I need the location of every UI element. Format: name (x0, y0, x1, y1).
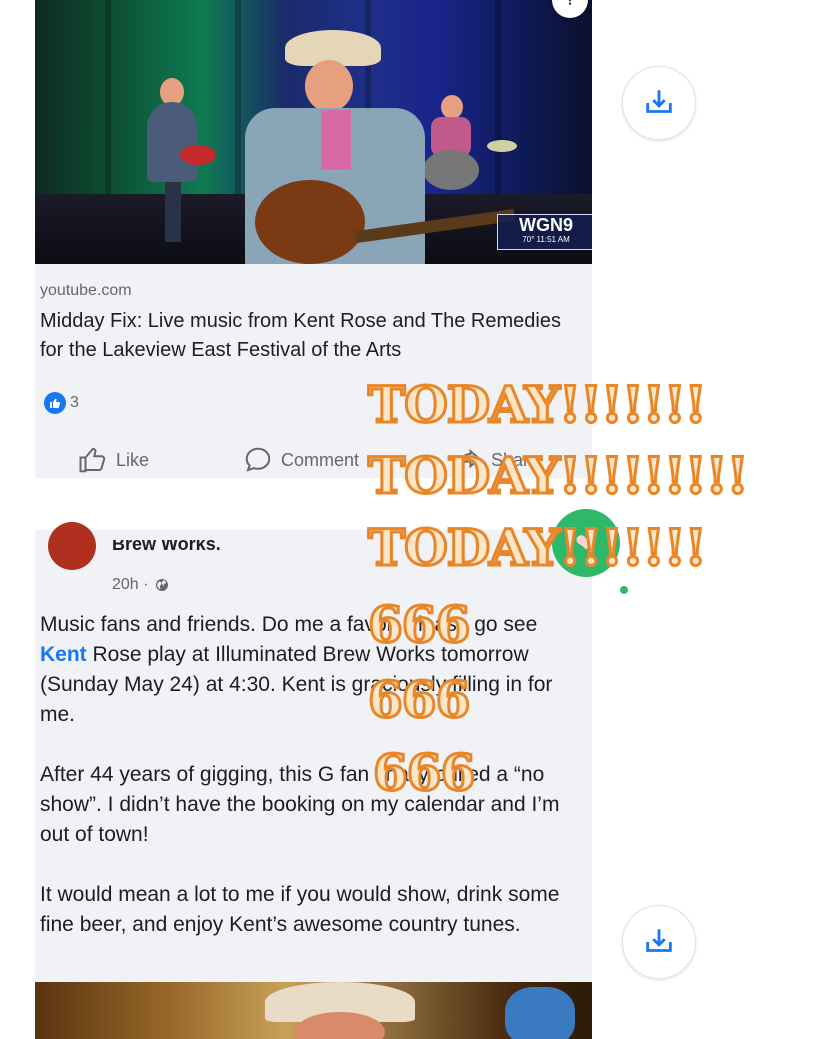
post-meta: 20h · (112, 576, 170, 594)
reaction-summary[interactable]: 3 (44, 392, 79, 414)
heart-eyes-sticker: ❤ (552, 509, 620, 577)
post-paragraph: Music fans and friends. Do me a favor. P… (40, 613, 553, 726)
avatar[interactable] (48, 522, 96, 570)
post-body: Music fans and friends. Do me a favor. P… (40, 610, 585, 970)
broadcaster-logo: WGN9 70° 11:51 AM (497, 214, 592, 250)
globe-icon (156, 579, 169, 591)
video-thumbnail[interactable]: WGN9 70° 11:51 AM (35, 0, 592, 264)
attached-photo[interactable] (35, 982, 592, 1039)
download-button[interactable] (622, 66, 696, 140)
post-action-bar: Like Comment Share (35, 445, 592, 479)
page-name[interactable]: Brew Works. (112, 540, 221, 554)
reaction-count: 3 (70, 394, 79, 411)
download-icon (646, 90, 672, 113)
post-time[interactable]: 20h · (112, 576, 148, 594)
poster (505, 987, 575, 1039)
thumbs-up-icon (79, 447, 106, 473)
share-button[interactable]: Share (453, 445, 539, 475)
sticker-dot (620, 586, 628, 594)
comment-button[interactable]: Comment (243, 445, 359, 475)
curtain-fold (495, 0, 501, 194)
like-icon (44, 392, 66, 414)
video-post-card: WGN9 70° 11:51 AM ⁝ youtube.com Midday F… (35, 0, 592, 478)
comment-icon (245, 447, 271, 472)
link-title[interactable]: Midday Fix: Live music from Kent Rose an… (40, 307, 580, 365)
mention-link[interactable]: Kent (40, 643, 87, 666)
download-icon (646, 929, 672, 952)
curtain-fold (105, 0, 111, 194)
text-post-card: Brew Works. 20h · Music fans and friends… (35, 522, 592, 982)
share-icon (455, 449, 481, 469)
like-button[interactable]: Like (78, 445, 149, 475)
post-paragraph: After 44 years of gigging, this G fan fi… (40, 763, 560, 846)
post-paragraph: It would mean a lot to me if you would s… (40, 883, 560, 936)
link-source: youtube.com (40, 282, 132, 299)
curtain-fold (235, 0, 241, 194)
download-button[interactable] (622, 905, 696, 979)
